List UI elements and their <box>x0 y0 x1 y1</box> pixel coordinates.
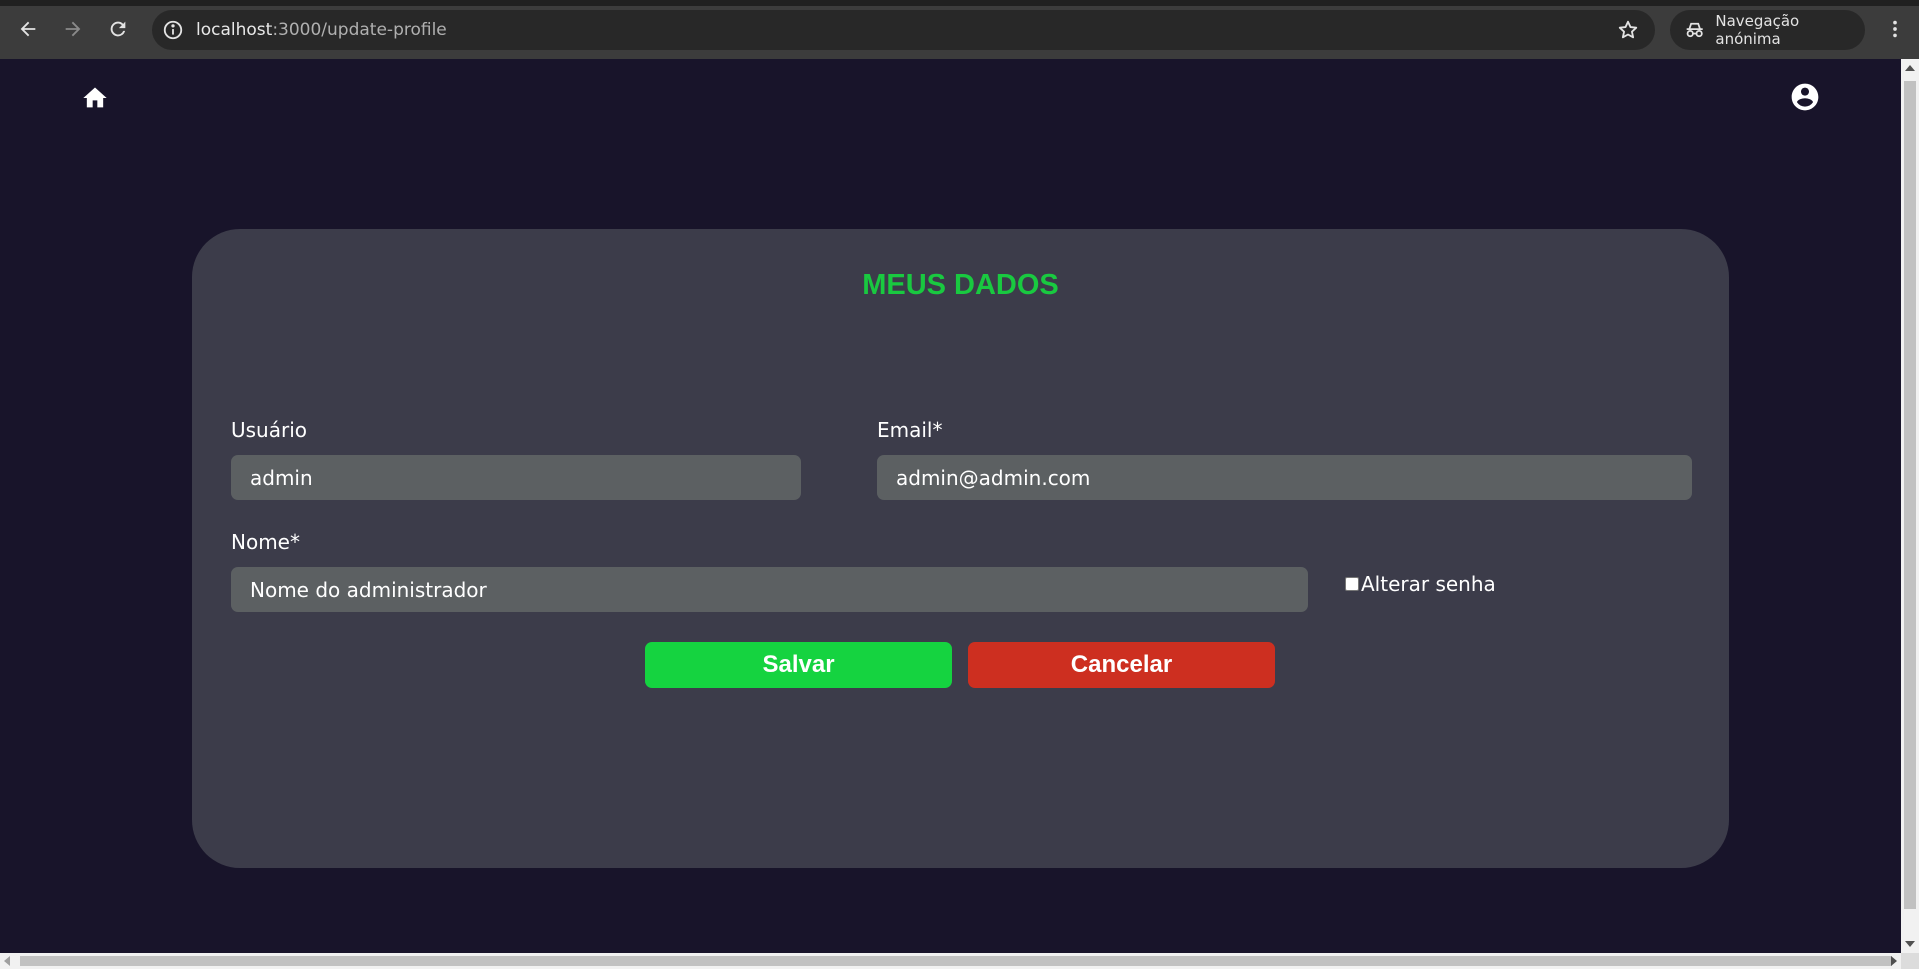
scroll-down-icon[interactable] <box>1905 941 1915 947</box>
horizontal-scroll-thumb[interactable] <box>20 956 1892 966</box>
profile-card: MEUS DADOS Usuário Email* Nome* Alterar … <box>192 229 1729 868</box>
home-icon[interactable] <box>81 84 109 112</box>
scrollbar-corner <box>1901 953 1919 969</box>
nome-label: Nome* <box>231 530 300 554</box>
info-icon[interactable] <box>162 19 184 41</box>
alterar-senha-label: Alterar senha <box>1361 572 1496 596</box>
incognito-indicator[interactable]: Navegação anónima <box>1670 10 1865 50</box>
scroll-right-icon[interactable] <box>1891 956 1897 966</box>
email-label: Email* <box>877 418 943 442</box>
more-vert-icon[interactable] <box>1880 14 1910 44</box>
vertical-scroll-thumb[interactable] <box>1904 81 1916 909</box>
incognito-icon <box>1686 22 1703 38</box>
usuario-label: Usuário <box>231 418 308 442</box>
url-path: :3000/update-profile <box>272 20 447 40</box>
incognito-label: Navegação anónima <box>1715 12 1800 48</box>
cancel-button[interactable]: Cancelar <box>968 642 1275 688</box>
email-field[interactable] <box>877 455 1692 500</box>
nome-field[interactable] <box>231 567 1308 612</box>
reload-icon[interactable] <box>104 15 132 43</box>
alterar-senha-checkbox[interactable] <box>1345 577 1359 591</box>
horizontal-scrollbar[interactable] <box>0 953 1901 969</box>
url-text[interactable]: localhost:3000/update-profile <box>196 20 447 40</box>
forward-icon[interactable] <box>59 15 87 43</box>
back-icon[interactable] <box>14 15 42 43</box>
scroll-left-icon[interactable] <box>4 956 10 966</box>
page-title: MEUS DADOS <box>862 269 1059 301</box>
address-bar[interactable]: localhost:3000/update-profile <box>152 10 1655 50</box>
star-icon[interactable] <box>1617 19 1639 41</box>
account-circle-icon[interactable] <box>1789 81 1821 113</box>
url-host: localhost <box>196 20 273 40</box>
save-button[interactable]: Salvar <box>645 642 952 688</box>
scroll-up-icon[interactable] <box>1905 65 1915 71</box>
alterar-senha-option[interactable]: Alterar senha <box>1345 572 1496 596</box>
usuario-field[interactable] <box>231 455 801 500</box>
browser-toolbar: localhost:3000/update-profile Navegação … <box>0 0 1919 59</box>
vertical-scrollbar[interactable] <box>1901 59 1919 953</box>
tab-strip <box>0 0 1919 6</box>
